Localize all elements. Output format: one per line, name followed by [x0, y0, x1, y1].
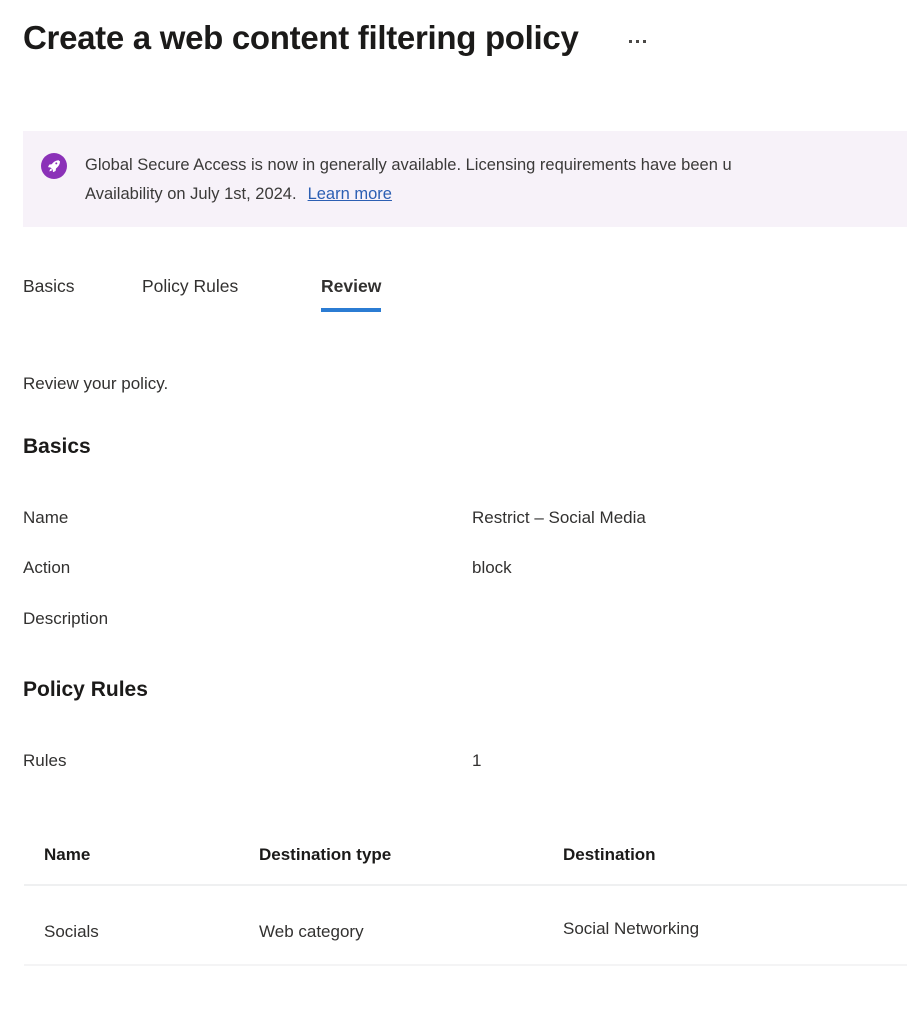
basics-label-name: Name — [23, 508, 69, 527]
tab-review[interactable]: Review — [321, 274, 382, 312]
basics-value-action: block — [472, 558, 512, 577]
cell-rule-name: Socials — [44, 922, 99, 941]
policy-rules-label-rules: Rules — [23, 751, 67, 770]
rocket-icon — [41, 153, 67, 179]
page-title: Create a web content filtering policy — [23, 19, 579, 56]
column-header-destination-type[interactable]: Destination type — [259, 843, 391, 867]
announcement-banner: Global Secure Access is now in generally… — [23, 131, 907, 227]
learn-more-link[interactable]: Learn more — [308, 185, 392, 203]
banner-message: Global Secure Access is now in generally… — [85, 151, 732, 209]
cell-destination: Social Networking — [563, 919, 700, 938]
column-header-name[interactable]: Name — [44, 843, 90, 867]
ellipsis-dot — [642, 39, 646, 43]
review-intro-text: Review your policy. — [23, 374, 169, 393]
table-row[interactable]: Socials Web category Social Networking — [24, 886, 907, 966]
tab-policy-rules[interactable]: Policy Rules — [142, 274, 321, 312]
basics-label-action: Action — [23, 558, 71, 577]
ellipsis-horizontal-icon[interactable] — [625, 34, 650, 49]
cell-destination-type: Web category — [259, 922, 364, 941]
section-heading-basics: Basics — [23, 435, 91, 458]
basics-label-description: Description — [23, 609, 109, 628]
policy-rules-value-rules: 1 — [472, 751, 482, 770]
page-header: Create a web content filtering policy — [23, 16, 650, 60]
table-header-row: Name Destination type Destination — [24, 826, 907, 886]
wizard-tabs: Basics Policy Rules Review — [23, 274, 382, 312]
banner-line-2: Availability on July 1st, 2024. — [85, 185, 297, 203]
rules-table: Name Destination type Destination Social… — [24, 826, 907, 966]
create-policy-page: Create a web content filtering policy Gl… — [0, 0, 907, 1024]
tab-basics[interactable]: Basics — [23, 274, 142, 312]
ellipsis-dot — [628, 39, 632, 43]
ellipsis-dot — [635, 39, 639, 43]
banner-line-1: Global Secure Access is now in generally… — [85, 156, 732, 174]
section-heading-policy-rules: Policy Rules — [23, 678, 148, 701]
banner-line-2-wrapper: Availability on July 1st, 2024. Learn mor… — [85, 180, 732, 209]
column-header-destination[interactable]: Destination — [563, 843, 656, 867]
basics-value-name: Restrict – Social Media — [472, 508, 646, 527]
